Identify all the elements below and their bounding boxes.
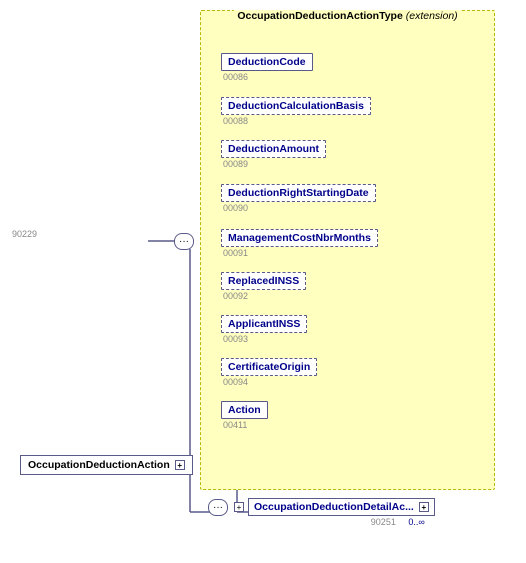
field-managementcostnbrmonths: ManagementCostNbrMonths 00091 <box>221 229 378 258</box>
bottom-field-number: 90251 0..∞ <box>371 517 425 527</box>
entity-section: OccupationDeductionAction + 90229 <box>10 228 37 239</box>
expand-bottom-field-icon[interactable]: + <box>419 502 429 512</box>
field-deductioncalculationbasis: DeductionCalculationBasis 00088 <box>221 97 371 126</box>
expand-entity-icon[interactable]: + <box>175 460 185 470</box>
diagram-container: OccupationDeductionActionType (extension… <box>0 0 526 563</box>
field-certificateorigin: CertificateOrigin 00094 <box>221 358 317 387</box>
field-deductionrightstartingdate: DeductionRightStartingDate 00090 <box>221 184 376 213</box>
field-replacedInss: ReplacedINSS 00092 <box>221 272 306 301</box>
entity-box: OccupationDeductionAction + <box>20 455 193 475</box>
field-deductionamount: DeductionAmount 00089 <box>221 140 326 169</box>
field-applicantInss: ApplicantINSS 00093 <box>221 315 307 344</box>
field-action: Action 00411 <box>221 401 268 430</box>
field-deductioncode: DeductionCode 00086 <box>221 53 313 82</box>
bottom-connector-dots[interactable]: ··· <box>208 499 228 516</box>
bottom-section: ··· + OccupationDeductionDetailAc... + 9… <box>208 498 435 527</box>
entity-number: 90229 <box>12 229 37 239</box>
type-box-title: OccupationDeductionActionType (extension… <box>233 10 461 22</box>
bottom-field-box: OccupationDeductionDetailAc... + <box>248 498 435 516</box>
multiplicity-label: 0..∞ <box>408 517 424 527</box>
type-box: OccupationDeductionActionType (extension… <box>200 10 495 490</box>
main-connector[interactable]: ··· <box>174 233 194 250</box>
expand-bottom-icon[interactable]: + <box>234 502 244 512</box>
